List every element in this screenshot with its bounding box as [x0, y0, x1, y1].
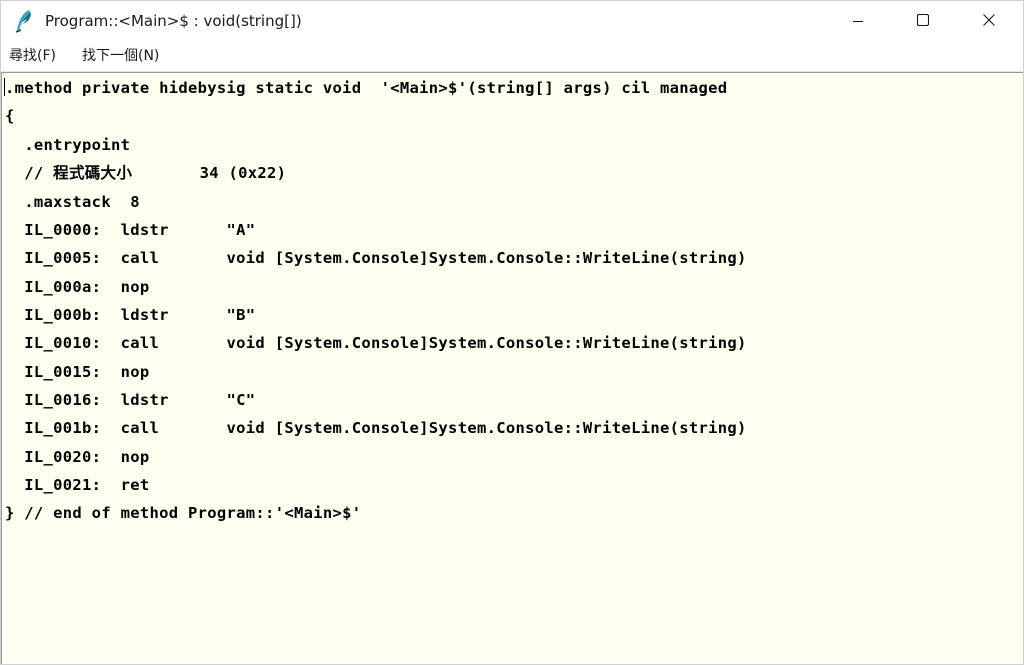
code-line: IL_0010: call void [System.Console]Syste…: [5, 334, 747, 352]
close-icon: [982, 12, 996, 31]
menu-bar: 尋找(F) 找下一個(N): [1, 41, 1023, 72]
il-code-view[interactable]: .method private hidebysig static void '<…: [1, 72, 1023, 664]
minimize-button[interactable]: [835, 1, 881, 41]
code-line: // 程式碼大小 34 (0x22): [5, 164, 287, 182]
close-button[interactable]: [966, 1, 1012, 41]
code-line: IL_0016: ldstr "C": [5, 391, 256, 409]
ildasm-method-window: Program::<Main>$ : void(string[]) 尋找(F) …: [0, 0, 1024, 665]
code-line: } // end of method Program::'<Main>$': [5, 504, 362, 522]
window-title: Program::<Main>$ : void(string[]): [45, 12, 302, 30]
code-line: IL_0020: nop: [5, 448, 150, 466]
ildasm-feather-icon: [13, 9, 35, 33]
code-line: .entrypoint: [5, 136, 131, 154]
code-line: IL_0021: ret: [5, 476, 150, 494]
menu-find[interactable]: 尋找(F): [9, 41, 56, 71]
code-line: .maxstack 8: [5, 193, 140, 211]
code-line: {: [5, 107, 15, 125]
code-line: IL_000a: nop: [5, 278, 150, 296]
code-line: IL_001b: call void [System.Console]Syste…: [5, 419, 747, 437]
maximize-button[interactable]: [900, 1, 946, 41]
minimize-icon: [852, 12, 864, 31]
code-line: IL_000b: ldstr "B": [5, 306, 256, 324]
maximize-icon: [916, 12, 930, 31]
menu-find-next[interactable]: 找下一個(N): [82, 41, 159, 71]
code-line: IL_0015: nop: [5, 363, 150, 381]
code-line: .method private hidebysig static void '<…: [5, 79, 728, 97]
code-line: IL_0000: ldstr "A": [5, 221, 256, 239]
title-bar[interactable]: Program::<Main>$ : void(string[]): [1, 1, 1023, 41]
code-line: IL_0005: call void [System.Console]Syste…: [5, 249, 747, 267]
